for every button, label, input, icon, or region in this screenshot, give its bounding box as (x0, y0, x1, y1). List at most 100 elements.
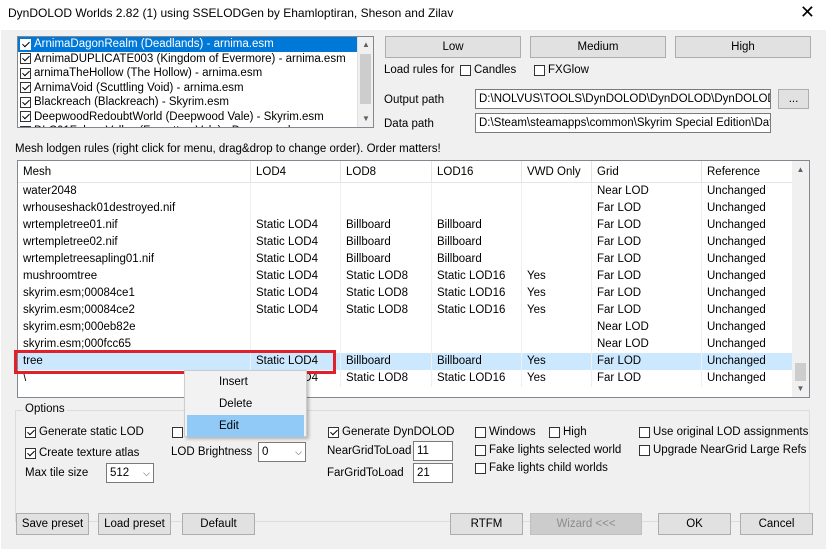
save-preset-button[interactable]: Save preset (16, 513, 89, 535)
fake-lights-child-checkbox[interactable]: Fake lights child worlds (475, 462, 608, 474)
table-cell: Static LOD4 (251, 353, 341, 370)
table-cell: skyrim.esm;000fcc65 (18, 336, 251, 353)
high-box[interactable] (549, 426, 560, 438)
far-grid-input[interactable]: 21 (413, 463, 453, 483)
column-header[interactable]: LOD8 (341, 161, 432, 182)
table-row[interactable]: tree Static LOD4 Billboard Billboard Yes Far … (18, 353, 809, 370)
load-rules-label: Load rules for (384, 64, 455, 76)
table-cell: Yes (522, 302, 592, 319)
table-row[interactable]: \Static LOD4Static LOD8Static LOD16YesFa… (18, 370, 809, 387)
mesh-rules-table[interactable]: Mesh LOD4 LOD8 LOD16 VWD Only Grid Reference w… (17, 160, 810, 398)
world-list-item[interactable]: DLC01FalmerValley (Forgotten Vale) - Daw… (18, 124, 358, 127)
world-checkbox[interactable] (20, 82, 31, 94)
worlds-list-scrollbar[interactable]: ▲ ▼ (357, 37, 373, 127)
load-preset-button[interactable]: Load preset (98, 513, 171, 535)
mesh-table-scrollbar[interactable]: ▲ ▼ (792, 161, 809, 397)
generate-static-lod-checkbox[interactable]: Generate static LOD (25, 426, 144, 438)
hidden-checkbox-box[interactable] (172, 427, 183, 438)
scroll-up-icon[interactable]: ▲ (358, 37, 373, 53)
upgrade-neargrid-box[interactable] (639, 444, 650, 456)
candles-checkbox-box[interactable] (460, 64, 471, 76)
create-texture-atlas-checkbox[interactable]: Create texture atlas (25, 447, 139, 459)
use-original-lod-checkbox[interactable]: Use original LOD assignments (639, 426, 808, 438)
candles-checkbox[interactable]: Candles (460, 64, 516, 76)
world-checkbox[interactable] (20, 96, 31, 108)
context-menu-item-delete[interactable]: Delete (185, 393, 306, 415)
wizard-button[interactable]: Wizard <<< (530, 513, 642, 535)
column-header[interactable]: Grid (592, 161, 702, 182)
context-menu-item-insert[interactable]: Insert (185, 371, 306, 393)
close-icon[interactable]: ✕ (800, 2, 815, 23)
high-preset-button[interactable]: High (675, 36, 811, 58)
fake-lights-selected-checkbox[interactable]: Fake lights selected world (475, 444, 621, 456)
scroll-down-icon[interactable]: ▼ (358, 111, 373, 127)
ok-button[interactable]: OK (658, 513, 731, 535)
generate-dyndolod-box[interactable] (328, 426, 339, 438)
scroll-down-icon[interactable]: ▼ (792, 380, 809, 397)
fake-lights-child-box[interactable] (475, 462, 486, 474)
scroll-thumb[interactable] (360, 54, 371, 104)
high-checkbox[interactable]: High (549, 426, 587, 438)
table-row[interactable]: skyrim.esm;00084ce1 Static LOD4 Static LOD… (18, 285, 809, 302)
fake-lights-selected-box[interactable] (475, 444, 486, 456)
windows-checkbox[interactable]: Windows (475, 426, 536, 438)
column-header[interactable]: LOD16 (432, 161, 522, 182)
world-checkbox[interactable] (20, 53, 31, 65)
column-header[interactable]: Mesh (18, 161, 251, 182)
table-cell: Billboard (432, 251, 522, 268)
table-cell: Static LOD8 (341, 268, 432, 285)
world-list-item[interactable]: ArnimaDUPLICATE003 (Kingdom of Evermore)… (18, 52, 358, 67)
near-grid-input[interactable]: 11 (413, 441, 453, 461)
default-button[interactable]: Default (182, 513, 255, 535)
output-path-input[interactable]: D:\NOLVUS\TOOLS\DynDOLOD\DynDOLOD\DynDOL… (475, 89, 771, 109)
table-row[interactable]: skyrim.esm;000eb82e Near LOD Unchanged (18, 319, 809, 336)
world-checkbox[interactable] (20, 38, 31, 50)
worlds-list[interactable]: ArnimaDagonRealm (Deadlands) - arnima.es… (17, 36, 374, 128)
world-checkbox[interactable] (20, 111, 31, 123)
fxglow-checkbox-box[interactable] (534, 64, 545, 76)
upgrade-neargrid-checkbox[interactable]: Upgrade NearGrid Large Refs (639, 444, 806, 456)
world-list-item[interactable]: arnimaTheHollow (The Hollow) - arnima.es… (18, 66, 358, 81)
chevron-down-icon: ⌵ (143, 468, 150, 478)
medium-preset-button[interactable]: Medium (530, 36, 666, 58)
table-row[interactable]: wrhouseshack01destroyed.nif Far LOD Unchan… (18, 200, 809, 217)
world-list-item[interactable]: ArnimaDagonRealm (Deadlands) - arnima.es… (18, 37, 358, 52)
table-cell (432, 336, 522, 353)
use-original-lod-label: Use original LOD assignments (653, 426, 809, 438)
max-tile-size-select[interactable]: 512 ⌵ (106, 463, 154, 483)
browse-output-button[interactable]: ... (778, 89, 809, 109)
generate-dyndolod-checkbox[interactable]: Generate DynDOLOD (328, 426, 455, 438)
lod-brightness-select[interactable]: 0 ⌵ (258, 442, 306, 462)
table-row[interactable]: skyrim.esm;00084ce2 Static LOD4 Static LOD… (18, 302, 809, 319)
scroll-up-icon[interactable]: ▲ (792, 161, 809, 178)
table-cell: Billboard (432, 353, 522, 370)
use-original-lod-box[interactable] (639, 426, 650, 438)
low-preset-button[interactable]: Low (385, 36, 521, 58)
table-row[interactable]: water2048 Near LOD Unchanged (18, 183, 809, 200)
windows-box[interactable] (475, 426, 486, 438)
create-texture-atlas-box[interactable] (25, 447, 36, 459)
context-menu-item-edit[interactable]: Edit (187, 415, 304, 437)
world-checkbox[interactable] (20, 125, 31, 127)
fxglow-checkbox[interactable]: FXGlow (534, 64, 589, 76)
table-cell (522, 217, 592, 234)
column-header[interactable]: LOD4 (251, 161, 341, 182)
table-cell: Unchanged (702, 302, 794, 319)
world-list-item[interactable]: DeepwoodRedoubtWorld (Deepwood Vale) - S… (18, 110, 358, 125)
table-row[interactable]: skyrim.esm;000fcc65 Near LOD Unchanged (18, 336, 809, 353)
table-row[interactable]: wrtempletree01.nif Static LOD4 Billboard Bi… (18, 217, 809, 234)
table-row[interactable]: wrtempletreesapling01.nif Static LOD4 Bill… (18, 251, 809, 268)
world-list-item[interactable]: Blackreach (Blackreach) - Skyrim.esm (18, 95, 358, 110)
column-header[interactable]: VWD Only (522, 161, 592, 182)
table-row[interactable]: wrtempletree02.nif Static LOD4 Billboard Bi… (18, 234, 809, 251)
world-list-item[interactable]: ArnimaVoid (Scuttling Void) - arnima.esm (18, 81, 358, 96)
data-path-input[interactable]: D:\Steam\steamapps\common\Skyrim Special… (475, 113, 771, 133)
cancel-button[interactable]: Cancel (740, 513, 813, 535)
table-row[interactable]: mushroomtree Static LOD4 Static LOD8 Static… (18, 268, 809, 285)
column-header[interactable]: Reference (702, 161, 794, 182)
world-checkbox[interactable] (20, 67, 31, 79)
mesh-table-body[interactable]: water2048 Near LOD Unchanged wrhouseshack01… (18, 183, 809, 387)
generate-static-lod-box[interactable] (25, 426, 36, 438)
rtfm-button[interactable]: RTFM (450, 513, 523, 535)
scroll-thumb[interactable] (795, 363, 806, 381)
